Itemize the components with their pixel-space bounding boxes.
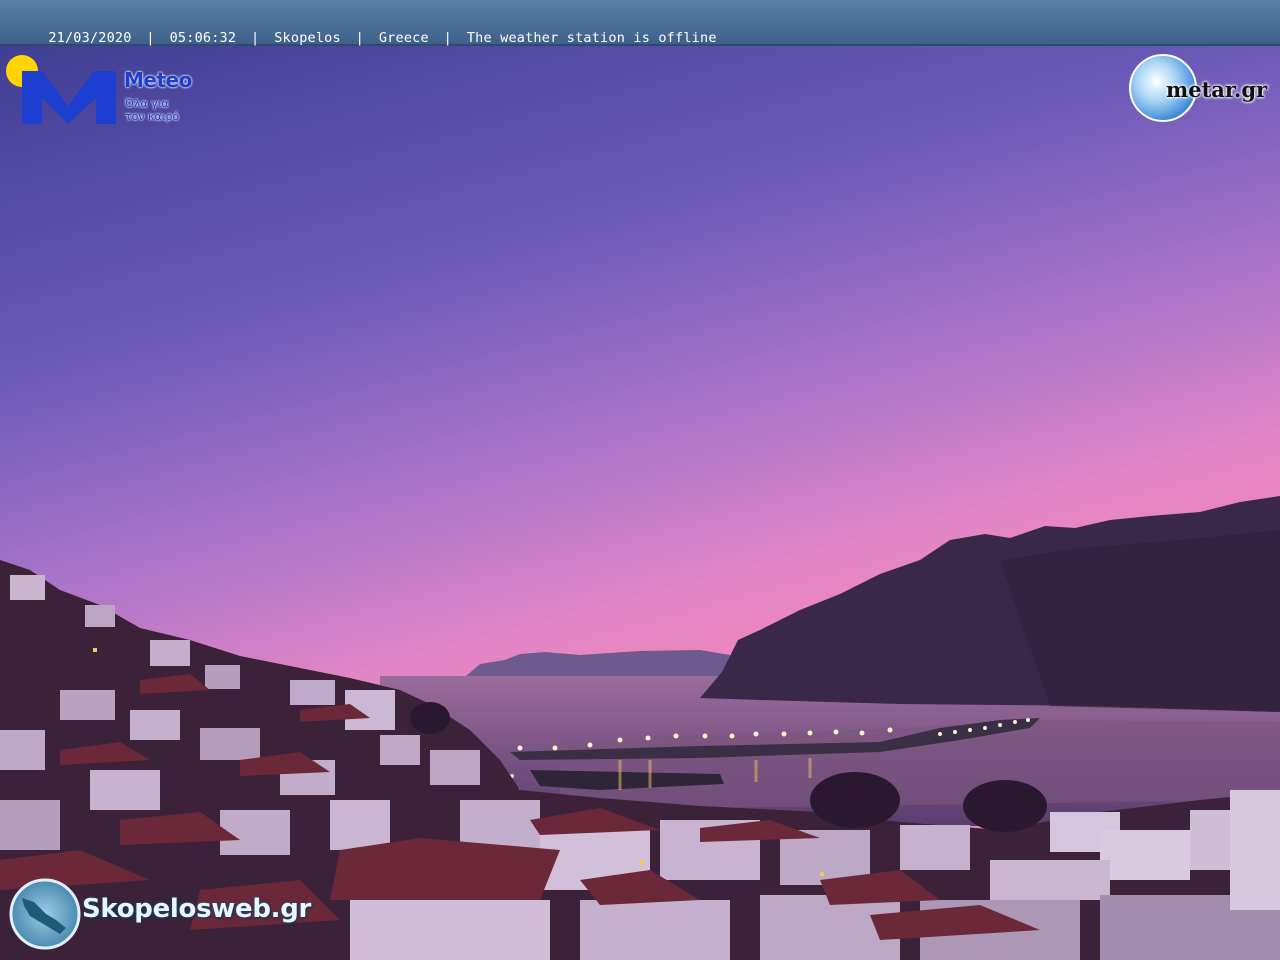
status-text: The weather station is offline: [466, 30, 717, 46]
info-bar: 21/03/2020 | 05:06:32 | Skopelos | Greece | The …: [0, 0, 1280, 46]
meteo-logo-tagline: Όλα για τον καιρό: [125, 97, 205, 123]
time-text: 05:06:32: [169, 30, 237, 46]
meteo-tagline-line2: τον καιρό: [125, 110, 180, 123]
meteo-tagline-line1: Όλα για: [125, 97, 169, 110]
separator: |: [146, 30, 155, 46]
metar-logo-name: metar.gr: [1166, 77, 1268, 102]
separator: |: [443, 30, 452, 46]
meteo-logo-name: Meteo: [124, 68, 192, 92]
skopelosweb-logo-name: Skopelosweb.gr: [82, 894, 312, 924]
separator: |: [355, 30, 364, 46]
skopelosweb-island-icon: [9, 878, 81, 950]
date-text: 21/03/2020: [48, 30, 132, 46]
country-text: Greece: [378, 30, 429, 46]
location-text: Skopelos: [274, 30, 341, 46]
separator: |: [251, 30, 260, 46]
webcam-scene: [0, 0, 1280, 960]
